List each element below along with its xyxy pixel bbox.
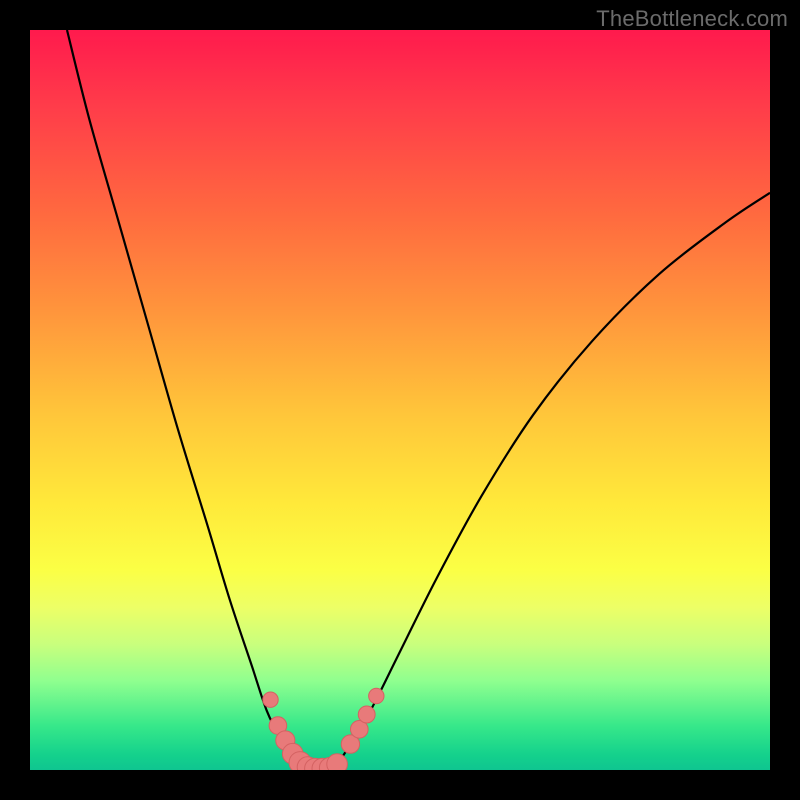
watermark-text: TheBottleneck.com (596, 6, 788, 32)
left-curve (67, 30, 304, 770)
chart-svg (30, 30, 770, 770)
valley-dots (263, 688, 384, 770)
chart-frame: TheBottleneck.com (0, 0, 800, 800)
valley-dot (327, 754, 348, 770)
right-curve (333, 193, 770, 770)
chart-plot-area (30, 30, 770, 770)
valley-dot (369, 688, 384, 703)
valley-dot (358, 706, 375, 723)
valley-dot (263, 692, 278, 707)
